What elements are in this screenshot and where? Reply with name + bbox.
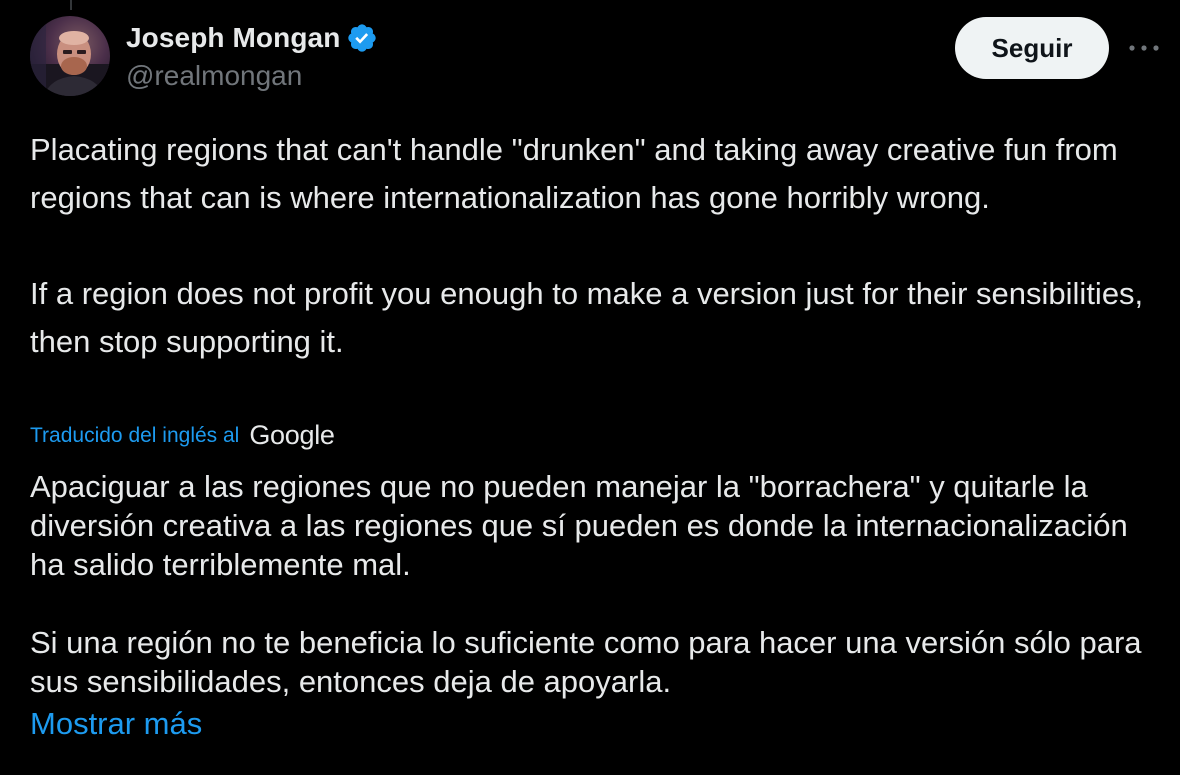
- avatar-image: [30, 16, 110, 96]
- author-display-name[interactable]: Joseph Mongan: [126, 22, 340, 54]
- follow-button[interactable]: Seguir: [955, 17, 1109, 79]
- author-name-row: Joseph Mongan: [126, 20, 378, 56]
- verified-check-icon[interactable]: [346, 22, 378, 54]
- translated-paragraph: Apaciguar a las regiones que no pueden m…: [30, 469, 1128, 582]
- author-handle[interactable]: @realmongan: [126, 60, 378, 92]
- tweet-paragraph: Placating regions that can't handle "dru…: [30, 132, 1118, 215]
- thread-connector-line: [70, 0, 72, 10]
- google-logo: Google: [249, 420, 335, 450]
- tweet-text: Placating regions that can't handle "dru…: [30, 126, 1160, 366]
- show-more-link[interactable]: Mostrar más: [30, 706, 202, 742]
- ellipsis-icon[interactable]: [1124, 30, 1164, 66]
- tweet-paragraph: If a region does not profit you enough t…: [30, 276, 1144, 359]
- translated-paragraph: Si una región no te beneficia lo suficie…: [30, 625, 1142, 699]
- translation-attribution: Traducido del inglés al Google: [30, 420, 335, 451]
- translated-text: Apaciguar a las regiones que no pueden m…: [30, 467, 1165, 701]
- author-block: Joseph Mongan @realmongan: [126, 20, 378, 92]
- avatar[interactable]: [30, 16, 110, 96]
- translated-from-link[interactable]: Traducido del inglés al: [30, 424, 239, 448]
